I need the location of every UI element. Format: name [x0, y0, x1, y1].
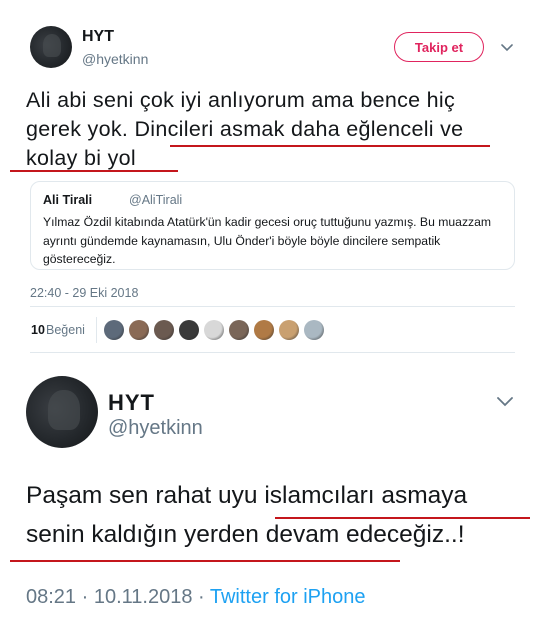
- tweet-text-line: Ali abi seni çok iyi anlıyorum ama bence…: [26, 88, 456, 112]
- liker-avatar[interactable]: [229, 320, 249, 340]
- likes-count[interactable]: 10: [31, 323, 45, 337]
- tweet-text-line: Paşam sen rahat uyu islamcıları asmaya: [26, 482, 468, 509]
- liker-avatar[interactable]: [304, 320, 324, 340]
- liker-avatars: [104, 320, 324, 340]
- red-underline: [170, 145, 490, 147]
- tweet-text-line: kolay bi yol: [26, 146, 136, 170]
- quoted-tweet[interactable]: Ali Tirali @AliTirali Yılmaz Özdil kitab…: [30, 181, 515, 270]
- user-handle[interactable]: @hyetkinn: [82, 51, 148, 67]
- user-handle[interactable]: @hyetkinn: [108, 417, 203, 440]
- liker-avatar[interactable]: [129, 320, 149, 340]
- liker-avatar[interactable]: [279, 320, 299, 340]
- divider: [96, 317, 97, 343]
- liker-avatar[interactable]: [179, 320, 199, 340]
- divider: [30, 306, 515, 307]
- tweet-timestamp[interactable]: 08:21 · 10.11.2018 ·: [26, 586, 210, 608]
- quoted-text-line: ayrıntı gündemde kaynamasın, Ulu Önder'i…: [43, 233, 441, 248]
- divider: [30, 352, 515, 353]
- liker-avatar[interactable]: [204, 320, 224, 340]
- liker-avatar[interactable]: [254, 320, 274, 340]
- liker-avatar[interactable]: [154, 320, 174, 340]
- tweet-text: Paşam sen rahat uyu islamcıları asmaya s…: [26, 476, 546, 554]
- display-name[interactable]: HYT: [82, 28, 114, 46]
- display-name[interactable]: HYT: [108, 390, 155, 416]
- tweet-card-1: HYT @hyetkinn Takip et Ali abi seni çok …: [0, 0, 555, 362]
- quoted-handle: @AliTirali: [129, 193, 183, 207]
- likes-label[interactable]: Beğeni: [46, 323, 85, 337]
- red-underline: [275, 517, 530, 519]
- tweet-card-2: HYT @hyetkinn Paşam sen rahat uyu islamc…: [0, 370, 555, 636]
- red-underline: [10, 560, 400, 562]
- quoted-text: Yılmaz Özdil kitabında Atatürk'ün kadir …: [43, 213, 493, 269]
- tweet-text-line: gerek yok. Dincileri asmak daha eğlencel…: [26, 117, 464, 141]
- tweet-source-link[interactable]: Twitter for iPhone: [210, 586, 366, 608]
- tweet-meta: 08:21 · 10.11.2018 · Twitter for iPhone: [26, 586, 365, 609]
- tweet-text: Ali abi seni çok iyi anlıyorum ama bence…: [26, 86, 526, 173]
- quoted-display-name: Ali Tirali: [43, 193, 93, 207]
- liker-avatar[interactable]: [104, 320, 124, 340]
- separator: [0, 362, 555, 370]
- tweet-text-line: senin kaldığın yerden devam edeceğiz..!: [26, 521, 465, 548]
- avatar[interactable]: [26, 376, 98, 448]
- quoted-text-line: göstereceğiz.: [43, 252, 116, 266]
- follow-button[interactable]: Takip et: [394, 32, 484, 62]
- tweet-timestamp[interactable]: 22:40 - 29 Eki 2018: [30, 286, 138, 300]
- quoted-text-line: Yılmaz Özdil kitabında Atatürk'ün kadir …: [43, 215, 492, 229]
- avatar[interactable]: [30, 26, 72, 68]
- chevron-down-icon[interactable]: [496, 394, 514, 408]
- chevron-down-icon[interactable]: [500, 40, 514, 54]
- red-underline: [10, 170, 178, 172]
